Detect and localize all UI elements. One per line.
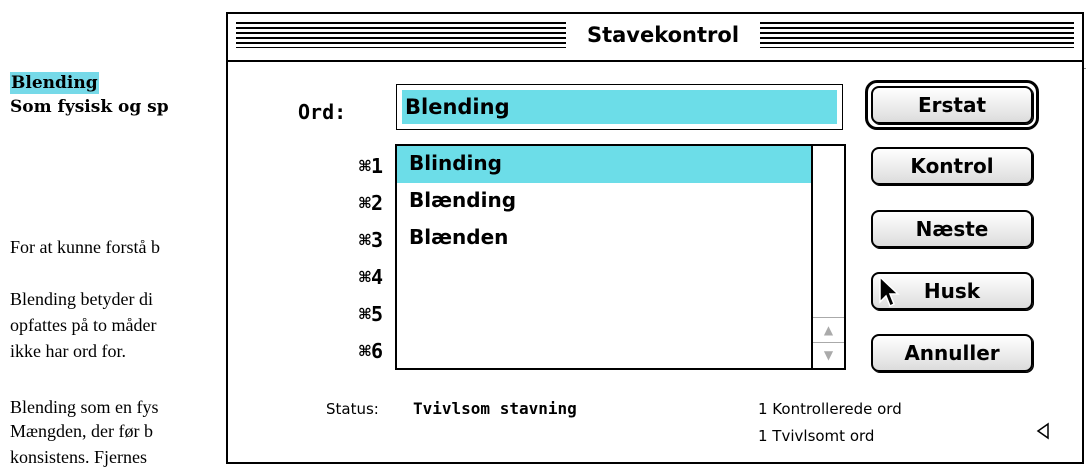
triangle-left-icon[interactable]: [1036, 422, 1050, 440]
shortcut-label: ⌘3: [358, 228, 383, 252]
document-paragraph[interactable]: Blending betyder di: [10, 288, 153, 310]
titlebar-stripes-right: [760, 22, 1074, 48]
shortcut-label: ⌘4: [358, 265, 383, 289]
scroll-up-arrow-icon[interactable]: ▲: [813, 317, 844, 343]
document-paragraph[interactable]: Blending som en fys: [10, 396, 159, 418]
suggestion-item[interactable]: Blænden: [397, 220, 811, 257]
dialog-title: Stavekontrol: [566, 20, 760, 50]
checked-words-count: 1 Kontrollerede ord: [758, 400, 902, 418]
shortcut-label: ⌘2: [358, 191, 383, 215]
shortcut-label: ⌘5: [358, 302, 383, 326]
document-paragraph[interactable]: ikke har ord for.: [10, 340, 126, 362]
suggestion-list[interactable]: Blinding Blænding Blænden ▲ ▼: [395, 144, 846, 370]
word-input-value[interactable]: Blending: [402, 90, 837, 124]
suggestion-item-selected[interactable]: Blinding: [397, 146, 811, 183]
document-subtitle[interactable]: Som fysisk og sp: [10, 96, 169, 118]
document-paragraph[interactable]: konsistens. Fjernes: [10, 446, 147, 468]
arrow-cursor-icon: [879, 276, 900, 308]
document-paragraph[interactable]: Mængden, der før b: [10, 420, 153, 442]
shortcut-label: ⌘1: [358, 154, 383, 178]
document-paragraph[interactable]: opfattes på to måder: [10, 314, 156, 336]
status-value: Tvivlsom stavning: [413, 399, 577, 418]
document-paragraph[interactable]: For at kunne forstå b: [10, 236, 160, 258]
scroll-down-arrow-icon[interactable]: ▼: [813, 342, 844, 368]
spell-check-dialog: Stavekontrol Ord: Blending ⌘1 ⌘2 ⌘3 ⌘4 ⌘…: [226, 12, 1084, 464]
suggestion-scrollbar[interactable]: ▲ ▼: [811, 146, 844, 368]
check-button[interactable]: Kontrol: [871, 147, 1033, 185]
shortcut-label: ⌘6: [358, 339, 383, 363]
doubtful-words-count: 1 Tvivlsomt ord: [758, 427, 875, 445]
suggestion-shortcuts: ⌘1 ⌘2 ⌘3 ⌘4 ⌘5 ⌘6: [333, 150, 383, 372]
status-label: Status:: [326, 400, 379, 418]
next-button[interactable]: Næste: [871, 210, 1033, 248]
cancel-button[interactable]: Annuller: [871, 334, 1033, 372]
word-label: Ord:: [298, 100, 347, 124]
dialog-titlebar[interactable]: Stavekontrol: [228, 14, 1082, 62]
word-input[interactable]: Blending: [396, 84, 843, 130]
titlebar-stripes-left: [236, 22, 566, 48]
suggestion-item[interactable]: Blænding: [397, 183, 811, 220]
suggestion-items: Blinding Blænding Blænden: [397, 146, 811, 368]
document-title[interactable]: Blending: [10, 72, 99, 94]
replace-button[interactable]: Erstat: [871, 86, 1033, 124]
